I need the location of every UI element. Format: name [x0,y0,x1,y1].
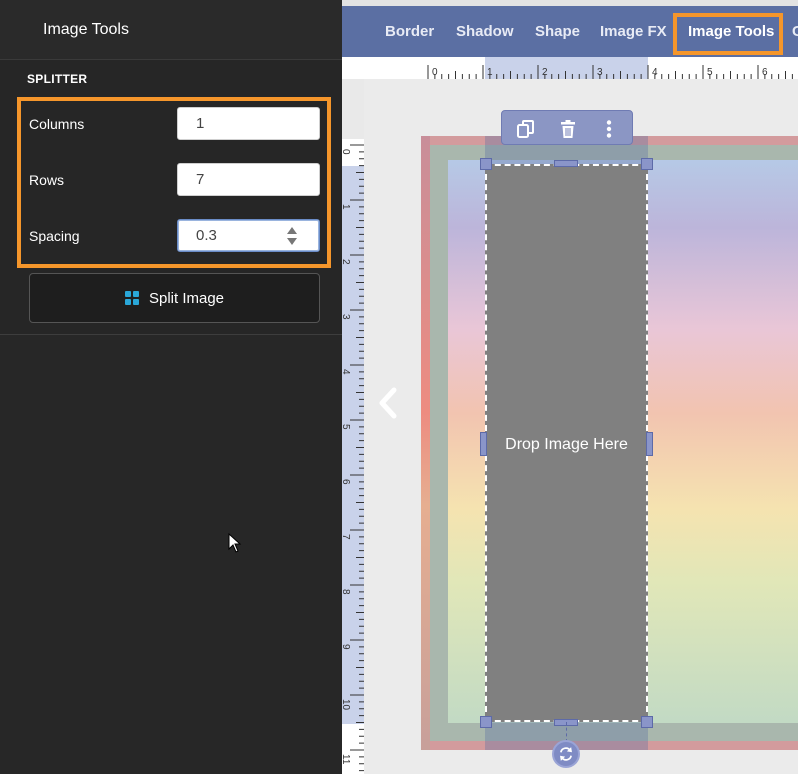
h-ruler-label: 3 [597,67,603,78]
section-title: SPLITTER [27,72,88,86]
chevron-left-icon[interactable] [376,386,400,420]
duplicate-icon[interactable] [516,119,536,139]
spacing-input[interactable] [177,219,320,252]
resize-handle-top[interactable] [554,160,578,167]
h-ruler-label: 5 [707,67,713,78]
spinner-arrows-icon[interactable] [286,225,298,247]
columns-input[interactable] [177,107,320,140]
v-ruler-label: 6 [340,479,351,485]
more-vertical-icon[interactable] [599,119,619,139]
page-edge [421,136,430,750]
resize-handle-top-left[interactable] [480,158,492,170]
panel-title: Image Tools [43,21,129,38]
columns-label: Columns [29,116,85,132]
resize-handle-bottom-left[interactable] [480,716,492,728]
trash-icon[interactable] [558,119,578,139]
v-ruler-label: 5 [340,424,351,430]
rows-label: Rows [29,172,65,188]
rotate-connector [566,722,567,742]
workspace: Border Shadow Shape Image FX Image Tools… [340,0,798,774]
v-ruler-label: 10 [340,699,351,711]
resize-handle-right[interactable] [646,432,653,456]
drop-image-text: Drop Image Here [505,436,628,453]
split-image-label: Split Image [148,289,225,307]
grid-icon [124,291,139,305]
v-ruler-label: 1 [340,204,351,210]
v-ruler-label: 9 [340,644,351,650]
resize-handle-left[interactable] [480,432,487,456]
rows-input[interactable] [177,163,320,196]
image-placeholder[interactable]: Drop Image Here [485,164,648,722]
v-ruler-label: 4 [340,369,351,375]
h-ruler-label: 1 [487,67,493,78]
v-ruler-label: 11 [340,754,351,765]
resize-handle-top-right[interactable] [641,158,653,170]
tab-border[interactable]: Border [385,23,434,40]
v-ruler-label: 3 [340,314,351,320]
v-ruler-label: 7 [340,534,351,540]
h-ruler-label: 2 [542,67,548,78]
h-ruler-label: 4 [652,67,658,78]
element-toolbar [501,110,633,145]
panel-header: Image Tools [0,0,342,60]
tab-more[interactable]: C [792,23,798,40]
mouse-cursor-icon [228,533,242,553]
split-image-button[interactable]: Split Image [29,273,320,323]
vertical-ruler: 0 1 2 3 4 5 6 7 8 9 10 11 [340,79,364,774]
resize-handle-bottom-right[interactable] [641,716,653,728]
horizontal-ruler-ticks [427,65,793,79]
v-ruler-label: 8 [340,589,351,595]
rotate-icon[interactable] [552,740,580,768]
spacing-label: Spacing [29,228,80,244]
horizontal-ruler: 0 1 2 3 4 5 6 [342,57,798,79]
h-ruler-label: 6 [762,67,768,78]
v-ruler-label: 2 [340,259,351,265]
tab-shadow[interactable]: Shadow [456,23,514,40]
tab-shape[interactable]: Shape [535,23,580,40]
v-ruler-label: 0 [340,149,351,155]
tab-image-fx[interactable]: Image FX [600,23,667,40]
left-panel: Image Tools SPLITTER Columns Rows Spacin… [0,0,342,774]
active-tab-highlight [673,13,783,55]
h-ruler-label: 0 [432,67,438,78]
top-toolbar: Border Shadow Shape Image FX Image Tools… [342,6,798,57]
